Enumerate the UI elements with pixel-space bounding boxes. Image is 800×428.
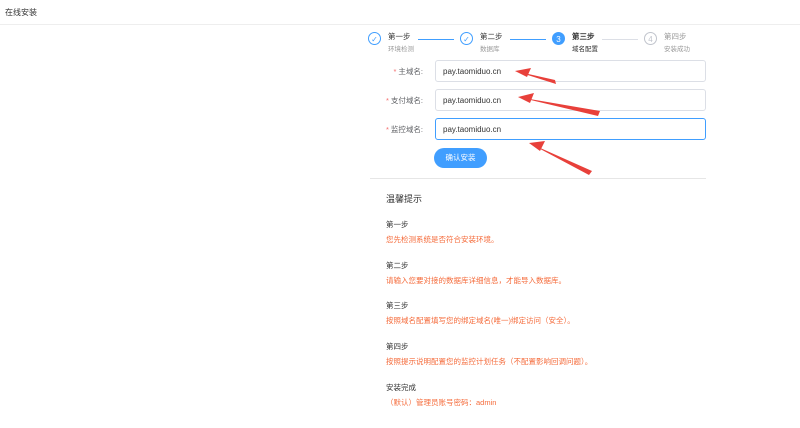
required-mark: * — [385, 125, 389, 134]
tip-item: 安装完成 （默认）管理员账号密码：admin — [386, 382, 496, 408]
step-desc: 安装成功 — [664, 46, 690, 53]
main-domain-input[interactable] — [435, 60, 706, 82]
tip-title: 第二步 — [386, 261, 409, 270]
required-mark: * — [385, 96, 389, 105]
check-icon: ✓ — [460, 32, 473, 45]
tip-text: 按照提示说明配置您的监控计划任务（不配置影响回调问题）。 — [386, 357, 593, 366]
required-mark: * — [393, 67, 397, 76]
step-title: 第二步 — [480, 32, 503, 41]
pay-domain-label: * 支付域名: — [386, 95, 423, 106]
monitor-domain-label: * 监控域名: — [386, 124, 423, 135]
tip-item: 第三步 按照域名配置填写您的绑定域名(唯一)绑定访问（安全）。 — [386, 300, 575, 326]
step-title: 第三步 — [572, 32, 595, 41]
step-number: 3 — [552, 32, 565, 45]
tip-title: 第四步 — [386, 342, 409, 351]
tip-item: 第二步 请输入您要对接的数据库详细信息，才能导入数据库。 — [386, 260, 566, 286]
step-desc: 域名配置 — [572, 46, 598, 53]
pay-domain-input[interactable] — [435, 89, 706, 111]
check-icon: ✓ — [368, 32, 381, 45]
tip-text: 您先检测系统是否符合安装环境。 — [386, 235, 499, 244]
pay-domain-row: * 支付域名: — [370, 89, 706, 111]
divider — [370, 178, 706, 179]
arrow-icon — [529, 141, 592, 175]
tip-title: 第三步 — [386, 301, 409, 310]
monitor-domain-row: * 监控域名: — [370, 118, 706, 140]
tips-title: 温馨提示 — [386, 194, 423, 204]
field-label: 支付域名: — [390, 96, 423, 105]
tip-item: 第四步 按照提示说明配置您的监控计划任务（不配置影响回调问题）。 — [386, 341, 592, 367]
tip-text: （默认）管理员账号密码：admin — [386, 398, 497, 407]
step-number: 4 — [644, 32, 657, 45]
field-label: 监控域名: — [390, 125, 423, 134]
confirm-install-button[interactable]: 确认安装 — [434, 148, 487, 168]
step-title: 第一步 — [388, 32, 411, 41]
main-domain-row: * 主域名: — [370, 60, 706, 82]
tip-title: 安装完成 — [386, 383, 416, 392]
step-connector — [510, 39, 546, 40]
field-label: 主域名: — [398, 67, 423, 76]
tip-item: 第一步 您先检测系统是否符合安装环境。 — [386, 219, 499, 245]
install-steps: ✓ 第一步 环境检测 ✓ 第二步 数据库 3 第三步 域名配置 4 第四步 安装… — [368, 30, 708, 56]
step-connector — [418, 39, 454, 40]
page-title: 在线安装 — [5, 8, 37, 17]
step-title: 第四步 — [664, 32, 687, 41]
tip-text: 按照域名配置填写您的绑定域名(唯一)绑定访问（安全）。 — [386, 316, 575, 325]
tip-text: 请输入您要对接的数据库详细信息，才能导入数据库。 — [386, 276, 566, 285]
step-connector — [602, 39, 638, 40]
step-desc: 数据库 — [480, 46, 500, 53]
monitor-domain-input[interactable] — [435, 118, 706, 140]
top-bar: 在线安装 — [0, 0, 800, 25]
step-desc: 环境检测 — [388, 46, 414, 53]
tip-title: 第一步 — [386, 220, 409, 229]
main-domain-label: * 主域名: — [393, 66, 423, 77]
